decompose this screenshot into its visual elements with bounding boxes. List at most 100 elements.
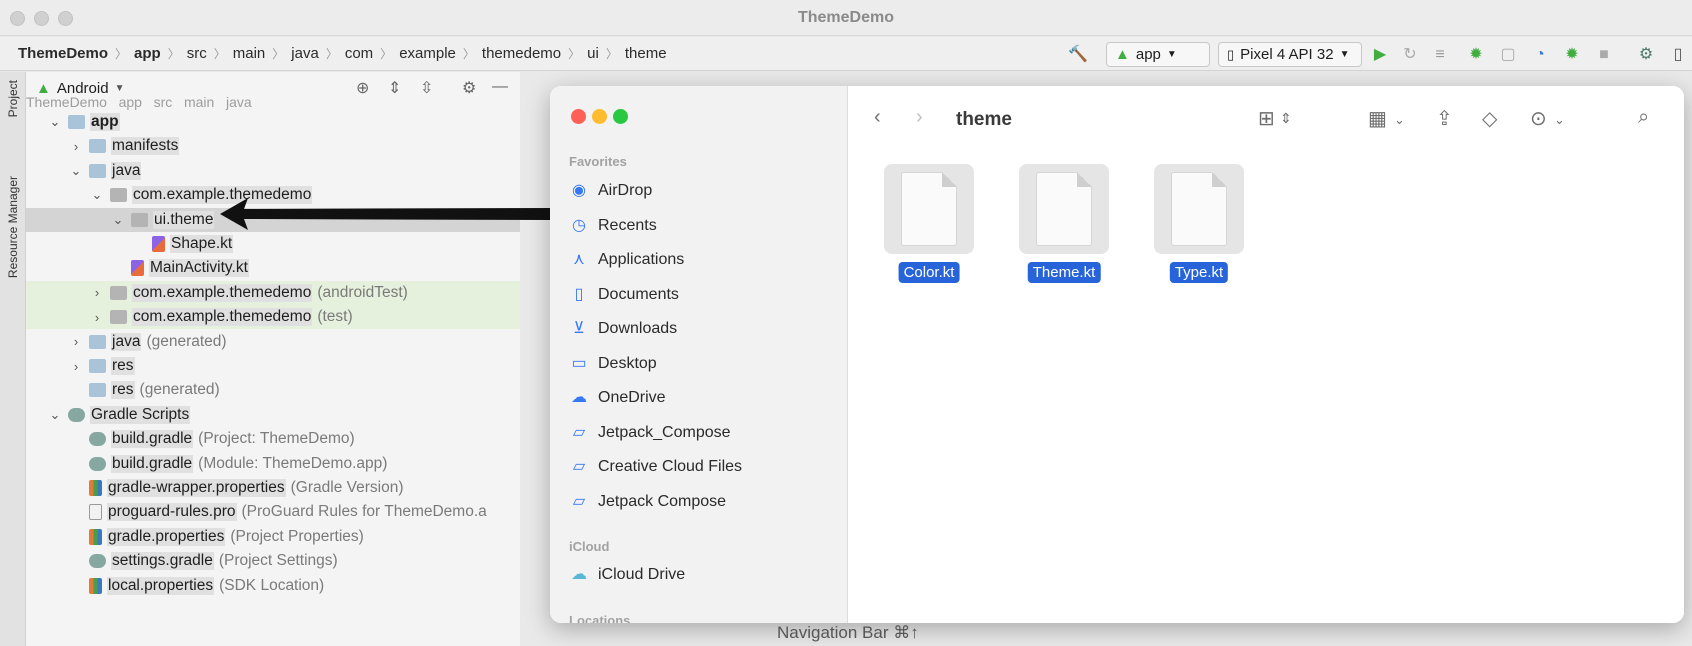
build-hammer-icon[interactable]: 🔨 [1068, 45, 1088, 65]
tree-node-label: com.example.themedemo [132, 283, 313, 302]
tree-node[interactable]: MainActivity.kt [26, 256, 520, 280]
breadcrumb-item[interactable]: main [231, 45, 268, 62]
gear-icon[interactable]: ⚙ [462, 78, 476, 98]
document-icon [1171, 172, 1227, 246]
stop-icon[interactable]: ■ [1594, 45, 1614, 65]
debug-icon[interactable]: ✹ [1466, 45, 1486, 65]
tree-node[interactable]: local.properties (SDK Location) [26, 574, 520, 598]
more-actions-icon[interactable]: ⊙ [1530, 106, 1547, 131]
apply-changes-icon[interactable]: ↻ [1400, 45, 1420, 65]
chevron-right-icon[interactable]: › [90, 285, 104, 300]
tree-node[interactable]: › com.example.themedemo (androidTest) [26, 280, 520, 305]
file-item[interactable]: Color.kt [884, 164, 974, 283]
file-item[interactable]: Theme.kt [1019, 164, 1109, 283]
tree-node[interactable]: › manifests [26, 134, 520, 158]
tree-node[interactable]: ⌄ app [26, 110, 520, 134]
sidebar-item-desktop[interactable]: ▭ Desktop [569, 350, 839, 378]
chevron-right-icon[interactable]: › [69, 359, 83, 374]
breadcrumb-item[interactable]: app [132, 45, 163, 62]
breadcrumb-item[interactable]: themedemo [480, 45, 563, 62]
sidebar-item-icloud-drive[interactable]: ☁ iCloud Drive [569, 561, 839, 589]
breadcrumb-item[interactable]: ui [585, 45, 601, 62]
tree-node[interactable]: settings.gradle (Project Settings) [26, 549, 520, 573]
resource-manager-tool-tab[interactable]: Resource Manager [6, 176, 20, 278]
file-name: Type.kt [1169, 262, 1229, 283]
chevron-down-icon[interactable]: ⌄ [48, 114, 62, 130]
chevron-down-icon[interactable]: ⌄ [1394, 112, 1405, 128]
breadcrumb-item[interactable]: com [343, 45, 375, 62]
select-opened-file-icon[interactable]: ⊕ [356, 78, 369, 98]
apply-code-changes-icon[interactable]: ≡ [1430, 45, 1450, 65]
file-item[interactable]: Type.kt [1154, 164, 1244, 283]
tree-node[interactable]: Shape.kt [26, 232, 520, 256]
hide-icon[interactable]: — [492, 78, 508, 96]
sidebar-item-documents[interactable]: ▯ Documents [569, 281, 839, 309]
chevron-down-icon[interactable]: ⌄ [90, 187, 104, 203]
breadcrumb-item[interactable]: src [185, 45, 209, 62]
finder-minimize-button[interactable] [592, 109, 607, 124]
chevron-down-icon[interactable]: ⌄ [48, 407, 62, 423]
tree-node-label: build.gradle [111, 454, 194, 473]
device-dropdown[interactable]: ▯ Pixel 4 API 32 ▼ [1218, 42, 1362, 67]
tree-node[interactable]: gradle-wrapper.properties (Gradle Version… [26, 476, 520, 500]
search-icon[interactable]: ⌕ [1638, 106, 1649, 129]
share-icon[interactable]: ⇪ [1436, 106, 1453, 131]
tree-node-label: gradle.properties [107, 527, 226, 546]
tree-node-note: (generated) [139, 381, 220, 399]
tree-node[interactable]: gradle.properties (Project Properties) [26, 525, 520, 549]
finder-close-button[interactable] [571, 109, 586, 124]
group-icon[interactable]: ▦ [1368, 106, 1387, 131]
chevron-down-icon[interactable]: ⌄ [1554, 112, 1565, 128]
tree-node[interactable]: › java (generated) [26, 330, 520, 354]
tree-node[interactable]: proguard-rules.pro (ProGuard Rules for Th… [26, 500, 520, 524]
sidebar-item-jetpack-compose[interactable]: ▱ Jetpack Compose [569, 488, 839, 516]
chevron-right-icon[interactable]: › [90, 310, 104, 325]
sidebar-item-recents[interactable]: ◷ Recents [569, 212, 839, 240]
run-icon[interactable]: ▶ [1370, 45, 1390, 65]
icon-view-icon[interactable]: ⊞ [1258, 106, 1275, 131]
expand-all-icon[interactable]: ⇕ [388, 78, 401, 98]
sidebar-item-downloads[interactable]: ⊻ Downloads [569, 315, 839, 343]
chevron-down-icon[interactable]: ▼ [115, 83, 125, 94]
finder-sidebar: Favorites ◉ AirDrop ◷ Recents ⋏ Applications ▯… [550, 86, 848, 623]
back-icon[interactable]: ‹ [874, 106, 881, 129]
sidebar-item-airdrop[interactable]: ◉ AirDrop [569, 177, 839, 205]
breadcrumb-item[interactable]: example [397, 45, 458, 62]
folder-icon [68, 115, 85, 129]
tree-node[interactable]: build.gradle (Project: ThemeDemo) [26, 427, 520, 451]
tree-node[interactable]: build.gradle (Module: ThemeDemo.app) [26, 452, 520, 476]
cloud-icon: ☁ [571, 389, 587, 406]
collapse-all-icon[interactable]: ⇳ [420, 78, 433, 98]
breadcrumb-item[interactable]: ThemeDemo [16, 45, 110, 62]
breadcrumb-item[interactable]: java [289, 45, 321, 62]
gradle-sync-icon[interactable]: ⚙ [1636, 45, 1656, 65]
sidebar-item-creative-cloud-files[interactable]: ▱ Creative Cloud Files [569, 453, 839, 481]
device-manager-icon[interactable]: ▯ [1668, 45, 1688, 65]
tree-node[interactable]: ⌄ Gradle Scripts [26, 403, 520, 427]
project-tool-tab[interactable]: Project [6, 80, 20, 117]
desktop-icon: ▭ [571, 354, 587, 372]
forward-icon[interactable]: › [916, 106, 923, 129]
attach-debugger-icon[interactable]: ▢ [1498, 45, 1518, 65]
tree-node[interactable]: › res [26, 354, 520, 378]
chevron-down-icon[interactable]: ⌄ [111, 212, 125, 228]
profile-icon[interactable]: ◔ [1530, 45, 1550, 65]
navigation-toolbar: ThemeDemo 〉 app 〉 src 〉 main 〉 java 〉 com 〉 example 〉… [0, 37, 1692, 71]
sidebar-item-onedrive[interactable]: ☁ OneDrive [569, 384, 839, 412]
run-config-dropdown[interactable]: ▲ app ▼ [1106, 42, 1210, 67]
chevron-right-icon[interactable]: › [69, 334, 83, 349]
tree-node[interactable]: res (generated) [26, 378, 520, 402]
finder-zoom-button[interactable] [613, 109, 628, 124]
tree-node-label: gradle-wrapper.properties [107, 479, 286, 497]
coverage-icon[interactable]: ✹ [1562, 45, 1582, 65]
tree-node-note: (Project: ThemeDemo) [198, 430, 355, 448]
tag-icon[interactable]: ◇ [1482, 106, 1497, 131]
tree-node[interactable]: › com.example.themedemo (test) [26, 305, 520, 330]
sidebar-item-jetpack-compose[interactable]: ▱ Jetpack_Compose [569, 419, 839, 447]
view-chevron-icon[interactable]: ⇕ [1280, 110, 1292, 127]
chevron-down-icon[interactable]: ⌄ [69, 163, 83, 179]
chevron-right-icon[interactable]: › [69, 139, 83, 154]
sidebar-item-applications[interactable]: ⋏ Applications [569, 246, 839, 274]
tree-node[interactable]: ⌄ java [26, 159, 520, 183]
breadcrumb-item[interactable]: theme [623, 45, 669, 62]
